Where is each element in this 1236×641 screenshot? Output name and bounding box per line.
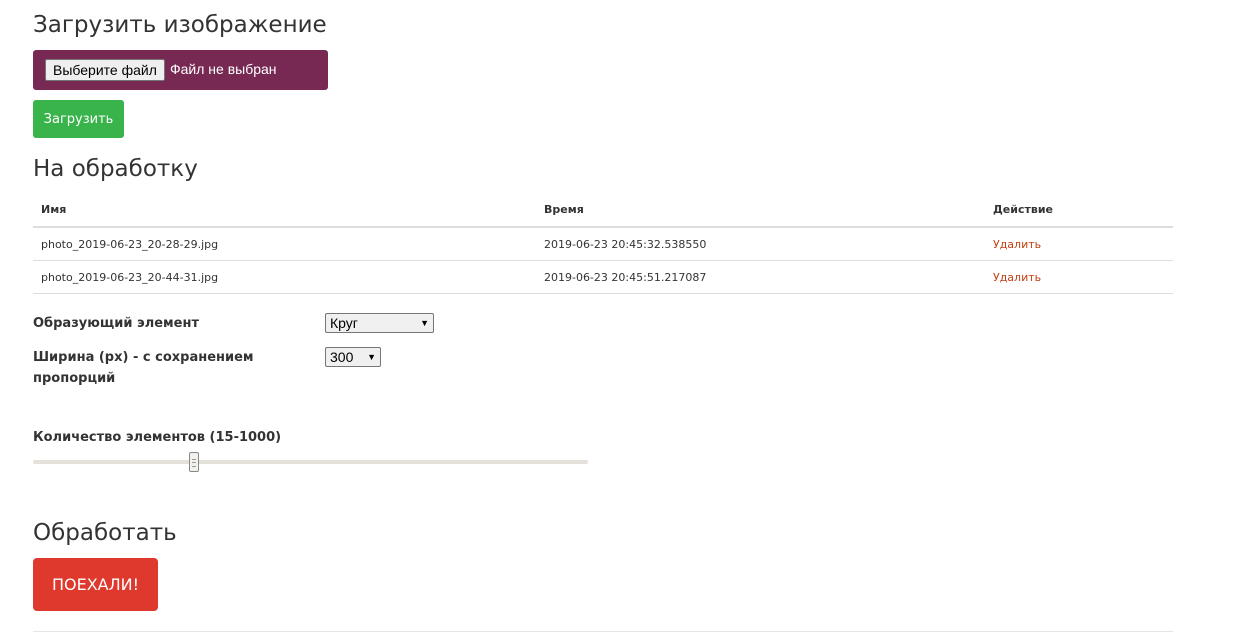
shape-label: Образующий элемент — [33, 316, 199, 331]
shape-select[interactable]: Круг ▼ — [325, 313, 434, 333]
time-cell: 2019-06-23 20:45:32.538550 — [536, 227, 985, 261]
column-header-time: Время — [536, 193, 985, 228]
process-section-title: Обработать — [33, 520, 177, 546]
column-header-action: Действие — [985, 193, 1173, 228]
delete-link[interactable]: Удалить — [993, 271, 1041, 284]
column-header-name: Имя — [33, 193, 536, 228]
width-select[interactable]: 300 ▼ — [325, 347, 381, 367]
footer-divider — [33, 631, 1173, 632]
delete-link[interactable]: Удалить — [993, 238, 1041, 251]
table-row: photo_2019-06-23_20-28-29.jpg 2019-06-23… — [33, 227, 1173, 261]
grip-icon — [191, 459, 196, 467]
go-button[interactable]: ПОЕХАЛИ! — [33, 558, 158, 611]
file-input[interactable]: Выберите файл Файл не выбран — [33, 50, 328, 90]
queue-table: Имя Время Действие photo_2019-06-23_20-2… — [33, 193, 1173, 294]
file-name-cell: photo_2019-06-23_20-44-31.jpg — [33, 260, 536, 294]
count-slider-track[interactable] — [33, 460, 588, 464]
choose-file-button[interactable]: Выберите файл — [45, 59, 165, 81]
no-file-selected-text: Файл не выбран — [170, 61, 277, 77]
dropdown-arrow-icon: ▼ — [420, 318, 429, 328]
width-select-value: 300 — [330, 349, 354, 365]
table-row: photo_2019-06-23_20-44-31.jpg 2019-06-23… — [33, 260, 1173, 294]
dropdown-arrow-icon: ▼ — [367, 352, 376, 362]
queue-section-title: На обработку — [33, 156, 198, 182]
upload-button[interactable]: Загрузить — [33, 100, 124, 138]
file-name-cell: photo_2019-06-23_20-28-29.jpg — [33, 227, 536, 261]
count-label: Количество элементов (15-1000) — [33, 430, 282, 445]
shape-select-value: Круг — [330, 315, 358, 331]
count-slider-handle[interactable] — [188, 452, 199, 472]
time-cell: 2019-06-23 20:45:51.217087 — [536, 260, 985, 294]
table-header-row: Имя Время Действие — [33, 193, 1173, 228]
upload-section-title: Загрузить изображение — [33, 12, 327, 38]
width-label: Ширина (px) - с сохранением пропорций — [33, 350, 254, 386]
